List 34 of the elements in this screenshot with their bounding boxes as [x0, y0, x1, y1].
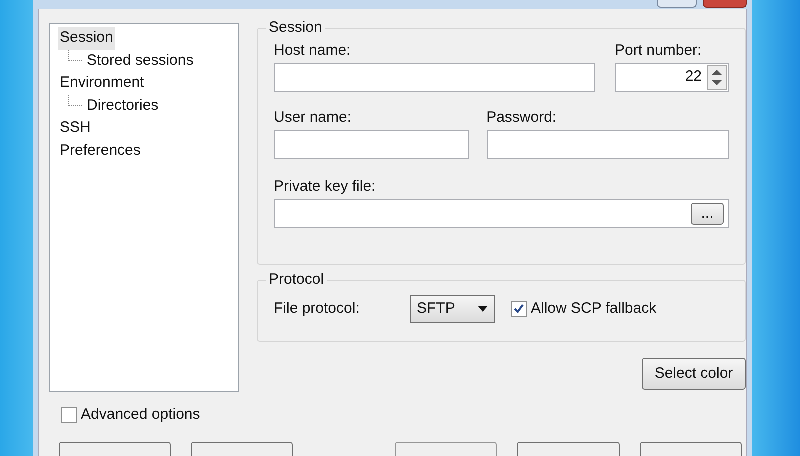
tree-item[interactable]: Session — [58, 27, 116, 50]
tree-item[interactable]: Preferences — [58, 140, 143, 162]
checkbox[interactable] — [511, 301, 527, 317]
tree-item[interactable]: Environment — [58, 72, 146, 94]
field-label: User name: — [274, 108, 353, 128]
tree-item[interactable]: Stored sessions — [85, 50, 196, 72]
user-name-field[interactable] — [274, 130, 469, 159]
dialog-button[interactable] — [191, 442, 293, 456]
private-key-field[interactable]: ... — [274, 199, 729, 228]
minimize-button[interactable] — [657, 0, 697, 8]
tree-item[interactable]: SSH — [58, 117, 93, 140]
dialog-button[interactable] — [395, 442, 497, 456]
protocol-dropdown[interactable]: SFTP — [410, 295, 495, 323]
password-field[interactable] — [486, 130, 729, 159]
tree-item[interactable]: Directories — [85, 94, 161, 117]
field-label: File protocol: — [274, 298, 361, 319]
spinner-control[interactable] — [707, 65, 727, 90]
field-label: Private key file: — [274, 177, 377, 197]
field-label: Password: — [486, 108, 558, 128]
port-value: 22 — [685, 67, 702, 88]
port-number-field[interactable]: 22 — [615, 63, 729, 92]
host-name-field[interactable] — [274, 63, 595, 92]
dialog-button[interactable] — [59, 442, 171, 456]
caret-icon — [478, 306, 488, 312]
select-color-button[interactable]: Select color — [642, 358, 746, 390]
dialog-button[interactable] — [517, 442, 620, 456]
field-label: Port number: — [615, 41, 703, 61]
checkbox-label: Allow SCP fallback — [531, 298, 657, 319]
close-button[interactable] — [703, 0, 747, 8]
dialog-button[interactable] — [640, 442, 742, 456]
checkbox-label: Advanced options — [81, 405, 200, 425]
checkbox[interactable] — [61, 407, 77, 424]
field-label: Host name: — [274, 41, 352, 61]
browse-button[interactable]: ... — [691, 202, 724, 224]
